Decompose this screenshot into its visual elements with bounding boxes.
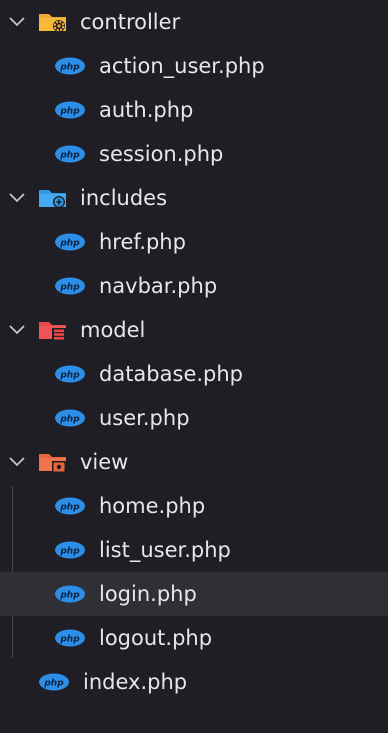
php-icon: php: [54, 541, 86, 559]
svg-text:php: php: [59, 415, 80, 425]
svg-text:php: php: [59, 371, 80, 381]
svg-text:php: php: [59, 151, 80, 161]
folder-label: controller: [80, 9, 181, 34]
file-logout[interactable]: php logout.php: [0, 616, 388, 660]
file-label: navbar.php: [99, 273, 218, 298]
chevron-down-icon[interactable]: [6, 11, 28, 33]
php-icon: php: [54, 57, 86, 75]
file-label: index.php: [83, 669, 188, 694]
svg-text:php: php: [59, 107, 80, 117]
chevron-down-icon[interactable]: [6, 451, 28, 473]
file-href[interactable]: php href.php: [0, 220, 388, 264]
file-navbar[interactable]: php navbar.php: [0, 264, 388, 308]
chevron-down-icon[interactable]: [6, 319, 28, 341]
file-label: session.php: [99, 141, 224, 166]
php-icon: php: [54, 277, 86, 295]
settings-folder-icon: [38, 11, 68, 33]
svg-text:php: php: [59, 63, 80, 73]
file-label: logout.php: [99, 625, 213, 650]
folder-label: view: [80, 449, 129, 474]
php-icon: php: [54, 585, 86, 603]
file-user[interactable]: php user.php: [0, 396, 388, 440]
folder-controller[interactable]: controller: [0, 0, 388, 44]
file-home[interactable]: php home.php: [0, 484, 388, 528]
folder-label: model: [80, 317, 146, 342]
file-label: database.php: [99, 361, 244, 386]
file-database[interactable]: php database.php: [0, 352, 388, 396]
php-icon: php: [54, 145, 86, 163]
folder-model[interactable]: model: [0, 308, 388, 352]
folder-includes[interactable]: includes: [0, 176, 388, 220]
php-icon: php: [54, 233, 86, 251]
file-explorer-tree: controller php action_user.php php auth.…: [0, 0, 388, 733]
file-action-user[interactable]: php action_user.php: [0, 44, 388, 88]
svg-text:php: php: [59, 283, 80, 293]
folder-view[interactable]: view: [0, 440, 388, 484]
php-icon: php: [54, 629, 86, 647]
svg-text:php: php: [59, 591, 80, 601]
chevron-down-icon[interactable]: [6, 187, 28, 209]
svg-text:php: php: [59, 547, 80, 557]
php-icon: php: [54, 101, 86, 119]
file-list-user[interactable]: php list_user.php: [0, 528, 388, 572]
svg-text:php: php: [59, 635, 80, 645]
svg-text:php: php: [43, 679, 64, 689]
file-label: home.php: [99, 493, 206, 518]
view-folder-icon: [38, 451, 68, 473]
file-label: action_user.php: [99, 53, 265, 78]
file-session[interactable]: php session.php: [0, 132, 388, 176]
database-folder-icon: [38, 319, 68, 341]
php-icon: php: [54, 497, 86, 515]
folder-label: includes: [80, 185, 168, 210]
svg-text:php: php: [59, 503, 80, 513]
plus-folder-icon: [38, 187, 68, 209]
file-auth[interactable]: php auth.php: [0, 88, 388, 132]
file-label: list_user.php: [99, 537, 231, 562]
php-icon: php: [54, 409, 86, 427]
file-label: login.php: [99, 581, 197, 606]
svg-text:php: php: [59, 239, 80, 249]
file-label: user.php: [99, 405, 190, 430]
file-label: href.php: [99, 229, 186, 254]
file-login[interactable]: php login.php: [0, 572, 388, 616]
file-label: auth.php: [99, 97, 194, 122]
php-icon: php: [38, 673, 70, 691]
file-index[interactable]: php index.php: [0, 660, 388, 704]
php-icon: php: [54, 365, 86, 383]
